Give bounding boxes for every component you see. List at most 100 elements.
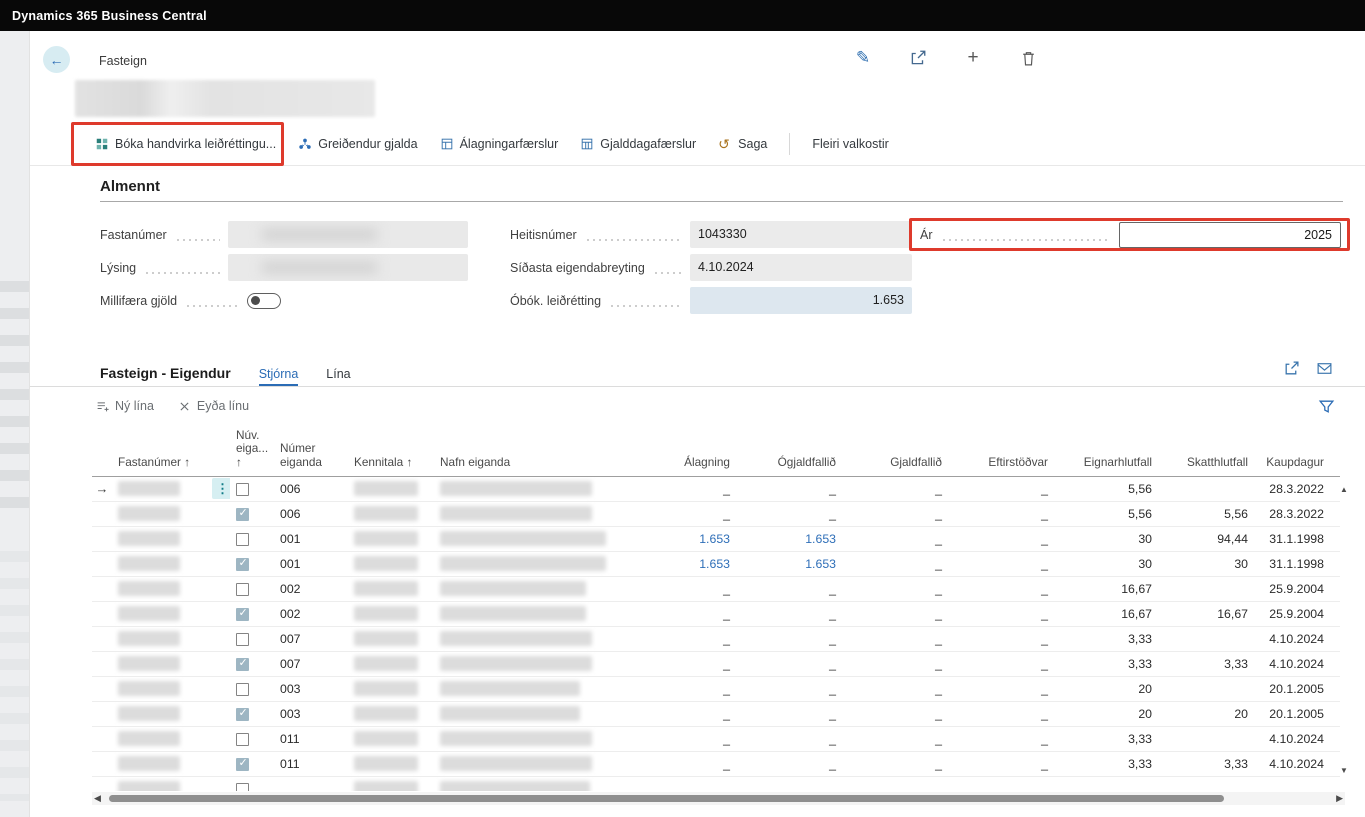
cell-ogjaldfallid[interactable]: _ bbox=[736, 726, 842, 751]
cell-ogjaldfallid[interactable]: _ bbox=[736, 601, 842, 626]
header-eignarhlutfall[interactable]: Eignarhlutfall bbox=[1054, 428, 1158, 476]
cell-eignarhlutfall[interactable]: 30 bbox=[1054, 526, 1158, 551]
header-numer-eiganda[interactable]: Númer eiganda bbox=[274, 428, 338, 476]
action-boka-handvirka-leidrettingu[interactable]: Bóka handvirka leiðréttingu... bbox=[95, 137, 276, 151]
cell-current-owner[interactable] bbox=[230, 751, 274, 776]
cell-owner-number[interactable]: 007 bbox=[274, 626, 338, 651]
current-owner-checkbox[interactable] bbox=[236, 508, 249, 521]
cell-eignarhlutfall[interactable]: 3,33 bbox=[1054, 751, 1158, 776]
cell-owner-number[interactable] bbox=[274, 776, 338, 791]
header-nuv-eigandi[interactable]: Núv. eiga... ↑ bbox=[230, 428, 274, 476]
table-row[interactable]: 003 _ _ _ _ 20 20.1.2005 bbox=[92, 676, 1340, 701]
cell-ogjaldfallid[interactable]: _ bbox=[736, 751, 842, 776]
header-eftirstodvar[interactable]: Eftirstöðvar bbox=[948, 428, 1054, 476]
cell-row-menu[interactable] bbox=[206, 676, 230, 701]
cell-alagning[interactable] bbox=[620, 776, 736, 791]
scroll-left-arrow[interactable]: ◀ bbox=[94, 793, 101, 804]
add-icon[interactable]: + bbox=[963, 48, 983, 68]
cell-kaupdagur[interactable]: 20.1.2005 bbox=[1254, 701, 1340, 726]
grid-scroll-down-arrow[interactable]: ▼ bbox=[1337, 766, 1351, 775]
cell-kaupdagur[interactable]: 4.10.2024 bbox=[1254, 626, 1340, 651]
tab-lina[interactable]: Lína bbox=[326, 367, 350, 386]
ar-input[interactable] bbox=[1119, 222, 1341, 248]
cell-row-menu[interactable] bbox=[206, 776, 230, 791]
cell-owner-number[interactable]: 006 bbox=[274, 501, 338, 526]
cell-alagning[interactable]: _ bbox=[620, 751, 736, 776]
table-row[interactable] bbox=[92, 776, 1340, 791]
cell-kennitala[interactable] bbox=[338, 651, 424, 676]
cell-row-menu[interactable] bbox=[206, 726, 230, 751]
app-title[interactable]: Dynamics 365 Business Central bbox=[12, 9, 207, 23]
cell-skatthlutfall[interactable]: 20 bbox=[1158, 701, 1254, 726]
cell-kaupdagur[interactable]: 25.9.2004 bbox=[1254, 576, 1340, 601]
cell-eignarhlutfall[interactable]: 3,33 bbox=[1054, 651, 1158, 676]
current-owner-checkbox[interactable] bbox=[236, 783, 249, 792]
cell-owner-number[interactable]: 007 bbox=[274, 651, 338, 676]
cell-row-menu[interactable] bbox=[206, 501, 230, 526]
current-owner-checkbox[interactable] bbox=[236, 658, 249, 671]
table-row[interactable]: → ⋮ 006 _ _ _ _ 5,56 28.3.2022 bbox=[92, 476, 1340, 501]
current-owner-checkbox[interactable] bbox=[236, 708, 249, 721]
cell-current-owner[interactable] bbox=[230, 776, 274, 791]
new-line-button[interactable]: Ný lína bbox=[96, 399, 154, 413]
cell-fastanumer[interactable] bbox=[112, 551, 206, 576]
cell-kennitala[interactable] bbox=[338, 676, 424, 701]
cell-owner-name[interactable] bbox=[424, 476, 620, 501]
cell-owner-number[interactable]: 001 bbox=[274, 526, 338, 551]
cell-eftirstodvar[interactable]: _ bbox=[948, 651, 1054, 676]
current-owner-checkbox[interactable] bbox=[236, 583, 249, 596]
cell-current-owner[interactable] bbox=[230, 476, 274, 501]
cell-ogjaldfallid[interactable]: _ bbox=[736, 626, 842, 651]
cell-owner-number[interactable]: 002 bbox=[274, 576, 338, 601]
cell-eftirstodvar[interactable]: _ bbox=[948, 576, 1054, 601]
cell-kennitala[interactable] bbox=[338, 626, 424, 651]
cell-owner-name[interactable] bbox=[424, 576, 620, 601]
cell-kennitala[interactable] bbox=[338, 726, 424, 751]
cell-fastanumer[interactable] bbox=[112, 751, 206, 776]
cell-ogjaldfallid[interactable] bbox=[736, 776, 842, 791]
cell-owner-number[interactable]: 001 bbox=[274, 551, 338, 576]
heitisnumer-value[interactable]: 1043330 bbox=[690, 221, 912, 248]
cell-kaupdagur[interactable]: 31.1.1998 bbox=[1254, 551, 1340, 576]
action-gjalddagafaerslur[interactable]: Gjalddagafærslur bbox=[580, 137, 696, 151]
cell-alagning[interactable]: _ bbox=[620, 726, 736, 751]
cell-kaupdagur[interactable]: 4.10.2024 bbox=[1254, 726, 1340, 751]
cell-kaupdagur[interactable]: 28.3.2022 bbox=[1254, 476, 1340, 501]
cell-row-menu[interactable] bbox=[206, 626, 230, 651]
tab-stjorna[interactable]: Stjórna bbox=[259, 367, 299, 386]
cell-owner-number[interactable]: 011 bbox=[274, 726, 338, 751]
breadcrumb[interactable]: Fasteign bbox=[99, 54, 147, 68]
header-kennitala[interactable]: Kennitala ↑ bbox=[338, 428, 424, 476]
cell-row-menu[interactable]: ⋮ bbox=[206, 476, 230, 501]
filter-icon[interactable] bbox=[1318, 398, 1335, 415]
cell-gjaldfallid[interactable]: _ bbox=[842, 651, 948, 676]
cell-owner-name[interactable] bbox=[424, 701, 620, 726]
cell-ogjaldfallid[interactable]: _ bbox=[736, 701, 842, 726]
cell-kaupdagur[interactable]: 25.9.2004 bbox=[1254, 601, 1340, 626]
cell-gjaldfallid[interactable]: _ bbox=[842, 751, 948, 776]
cell-owner-name[interactable] bbox=[424, 551, 620, 576]
cell-ogjaldfallid[interactable]: _ bbox=[736, 501, 842, 526]
cell-kaupdagur[interactable] bbox=[1254, 776, 1340, 791]
horizontal-scroll-thumb[interactable] bbox=[109, 795, 1224, 802]
cell-eignarhlutfall[interactable]: 20 bbox=[1054, 701, 1158, 726]
cell-gjaldfallid[interactable]: _ bbox=[842, 551, 948, 576]
cell-fastanumer[interactable] bbox=[112, 726, 206, 751]
cell-eignarhlutfall[interactable]: 30 bbox=[1054, 551, 1158, 576]
cell-skatthlutfall[interactable]: 3,33 bbox=[1158, 651, 1254, 676]
cell-eignarhlutfall[interactable] bbox=[1054, 776, 1158, 791]
cell-alagning[interactable]: _ bbox=[620, 601, 736, 626]
cell-kennitala[interactable] bbox=[338, 526, 424, 551]
cell-current-owner[interactable] bbox=[230, 501, 274, 526]
cell-ogjaldfallid[interactable]: 1.653 bbox=[736, 551, 842, 576]
header-kaupdagur[interactable]: Kaupdagur bbox=[1254, 428, 1340, 476]
cell-skatthlutfall[interactable]: 5,56 bbox=[1158, 501, 1254, 526]
current-owner-checkbox[interactable] bbox=[236, 733, 249, 746]
action-saga[interactable]: ↺ Saga bbox=[718, 137, 767, 151]
cell-ogjaldfallid[interactable]: 1.653 bbox=[736, 526, 842, 551]
fastanumer-value-redacted[interactable] bbox=[228, 221, 468, 248]
cell-fastanumer[interactable] bbox=[112, 476, 206, 501]
cell-fastanumer[interactable] bbox=[112, 651, 206, 676]
cell-kaupdagur[interactable]: 4.10.2024 bbox=[1254, 651, 1340, 676]
cell-alagning[interactable]: _ bbox=[620, 651, 736, 676]
